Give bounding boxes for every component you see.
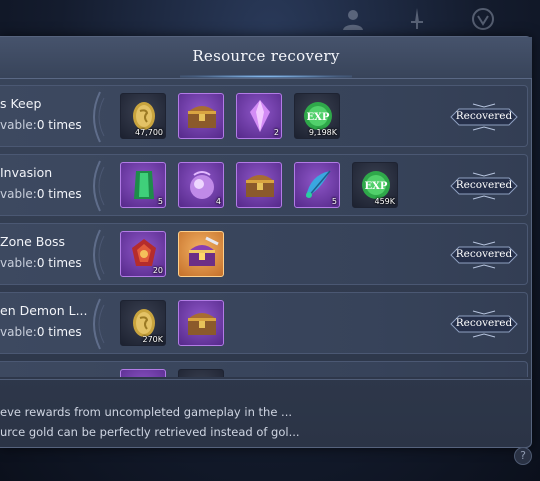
top-hud xyxy=(0,0,540,36)
title-underline xyxy=(180,75,352,78)
recovery-row-partial xyxy=(0,361,528,377)
resource-recovery-panel: Resource recovery s Keep vable:0 times 4… xyxy=(0,36,532,448)
recovered-button[interactable]: Recovered xyxy=(449,307,519,341)
row-title: Zone Boss xyxy=(0,234,66,249)
footer-description-line-1: eve rewards from uncompleted gameplay in… xyxy=(0,405,293,419)
profile-icon[interactable] xyxy=(340,6,366,32)
item-quantity: 459K xyxy=(374,197,395,206)
available-label: vable: xyxy=(0,187,37,201)
reward-item[interactable]: 2 xyxy=(236,93,282,139)
item-quantity: 5 xyxy=(157,197,163,206)
row-available: vable:0 times xyxy=(0,325,82,339)
reward-item[interactable] xyxy=(178,231,224,277)
button-label: Recovered xyxy=(455,317,513,329)
available-count: 0 times xyxy=(36,187,82,201)
available-label: vable: xyxy=(0,118,37,132)
reward-item[interactable] xyxy=(178,300,224,346)
row-available: vable:0 times xyxy=(0,187,82,201)
row-divider xyxy=(84,159,106,213)
available-count: 0 times xyxy=(36,256,82,270)
button-label: Recovered xyxy=(455,248,513,260)
row-title: en Demon L... xyxy=(0,303,88,318)
purple-crystal-icon xyxy=(250,100,270,132)
sword-emblem-icon[interactable] xyxy=(404,6,430,32)
help-icon[interactable]: ? xyxy=(514,447,532,465)
row-divider xyxy=(84,297,106,351)
button-label: Recovered xyxy=(455,110,513,122)
treasure-chest-icon xyxy=(188,313,216,335)
recovered-button[interactable]: Recovered xyxy=(449,169,519,203)
footer-description-line-2: urce gold can be perfectly retrieved ins… xyxy=(0,425,300,439)
green-gem-icon xyxy=(134,171,154,199)
recovery-row: Zone Boss vable:0 times 20 Recovered xyxy=(0,223,528,285)
reward-item[interactable] xyxy=(120,369,166,377)
recovery-row: Invasion vable:0 times 5 4 5 EXP 459K Re… xyxy=(0,154,528,216)
row-title: s Keep xyxy=(0,96,42,111)
feather-quill-icon xyxy=(306,170,331,198)
item-quantity: 4 xyxy=(215,197,221,206)
reward-item[interactable]: 5 xyxy=(294,162,340,208)
reward-item[interactable]: 5 xyxy=(120,162,166,208)
panel-title: Resource recovery xyxy=(192,47,340,65)
reward-item[interactable] xyxy=(178,369,224,377)
row-divider xyxy=(84,90,106,144)
item-quantity: 270K xyxy=(142,335,163,344)
reward-item[interactable]: EXP 9,198K xyxy=(294,93,340,139)
reward-item[interactable]: 4 xyxy=(178,162,224,208)
reward-item[interactable]: 47,700 xyxy=(120,93,166,139)
purple-orb-icon xyxy=(190,171,214,199)
row-available: vable:0 times xyxy=(0,118,82,132)
recovery-row: en Demon L... vable:0 times 270K Recover… xyxy=(0,292,528,354)
reward-item[interactable] xyxy=(178,93,224,139)
svg-text:EXP: EXP xyxy=(307,112,330,123)
available-count: 0 times xyxy=(36,325,82,339)
reward-item[interactable]: EXP 459K xyxy=(352,162,398,208)
ornate-chest-icon xyxy=(189,236,219,266)
treasure-chest-icon xyxy=(246,175,274,197)
reward-item[interactable]: 20 xyxy=(120,231,166,277)
recovery-row: s Keep vable:0 times 47,700 2 EXP 9,198K… xyxy=(0,85,528,147)
row-available: vable:0 times xyxy=(0,256,82,270)
available-label: vable: xyxy=(0,325,37,339)
item-quantity: 9,198K xyxy=(308,128,337,137)
reward-item[interactable] xyxy=(236,162,282,208)
footer-divider xyxy=(0,379,532,380)
item-quantity: 47,700 xyxy=(135,128,163,137)
title-bar: Resource recovery xyxy=(0,37,532,79)
item-quantity: 2 xyxy=(273,128,279,137)
guild-crest-icon[interactable] xyxy=(470,6,496,32)
button-label: Recovered xyxy=(455,179,513,191)
svg-text:EXP: EXP xyxy=(365,181,388,192)
item-quantity: 20 xyxy=(152,266,163,275)
item-quantity: 5 xyxy=(331,197,337,206)
row-divider xyxy=(84,228,106,282)
treasure-chest-icon xyxy=(188,106,216,128)
recovered-button[interactable]: Recovered xyxy=(449,238,519,272)
available-count: 0 times xyxy=(36,118,82,132)
available-label: vable: xyxy=(0,256,37,270)
row-title: Invasion xyxy=(0,165,53,180)
recovery-list[interactable]: s Keep vable:0 times 47,700 2 EXP 9,198K… xyxy=(0,85,532,377)
recovered-button[interactable]: Recovered xyxy=(449,100,519,134)
reward-item[interactable]: 270K xyxy=(120,300,166,346)
